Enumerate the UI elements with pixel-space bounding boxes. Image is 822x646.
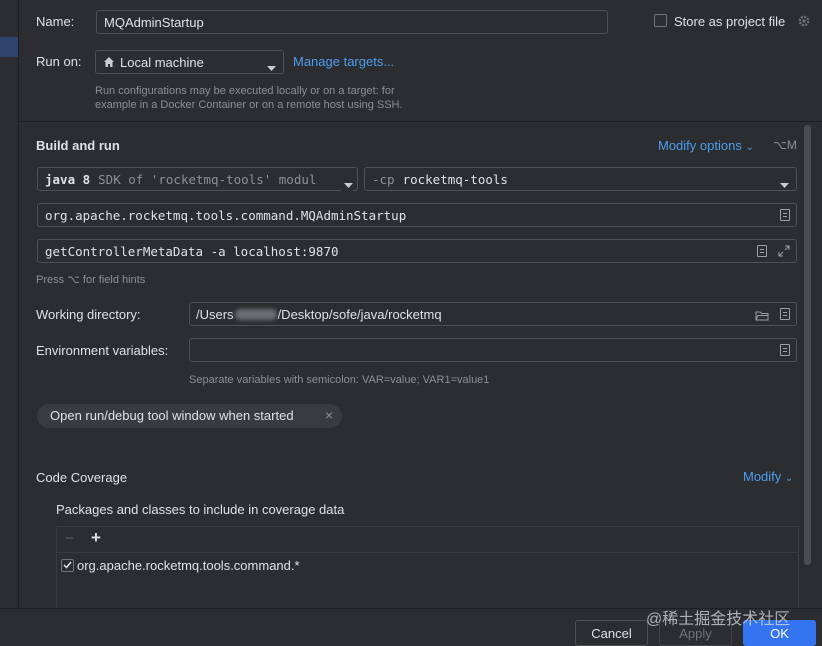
home-icon <box>103 56 115 68</box>
program-arguments-field[interactable]: getControllerMetaData -a localhost:9870 <box>37 239 797 263</box>
coverage-toolbar: − + <box>57 527 798 553</box>
folder-icon[interactable] <box>755 309 769 321</box>
document-icon[interactable] <box>780 308 790 320</box>
list-item-checkbox[interactable] <box>61 558 74 572</box>
name-field-value: MQAdminStartup <box>104 14 204 30</box>
environment-variables-label: Environment variables: <box>36 343 169 358</box>
run-on-hint-line-1: Run configurations may be executed local… <box>95 85 395 97</box>
name-label: Name: <box>36 14 75 29</box>
list-item[interactable]: org.apache.rocketmq.tools.command.* <box>61 557 300 573</box>
cancel-button[interactable]: Cancel <box>575 620 648 646</box>
working-directory-label: Working directory: <box>36 307 141 322</box>
document-icon[interactable] <box>780 209 790 221</box>
config-tree-selected-item[interactable] <box>0 37 18 57</box>
document-icon[interactable] <box>780 344 790 356</box>
classpath-prefix: -cp <box>372 171 395 187</box>
watermark: @稀土掘金技术社区 <box>646 611 791 628</box>
environment-variables-field[interactable] <box>189 338 797 362</box>
packages-title: Packages and classes to include in cover… <box>56 502 345 517</box>
working-directory-prefix: /Users <box>196 306 234 322</box>
chevron-down-icon <box>780 177 789 192</box>
manage-targets-link[interactable]: Manage targets... <box>293 54 394 69</box>
field-hints-text: Press ⌥ for field hints <box>36 274 146 286</box>
open-tool-window-chip[interactable]: Open run/debug tool window when started … <box>37 404 342 428</box>
vertical-scrollbar[interactable] <box>804 125 811 565</box>
modify-options-link[interactable]: Modify options ⌄ <box>658 138 754 153</box>
expand-icon[interactable] <box>778 245 790 257</box>
code-coverage-title: Code Coverage <box>36 470 128 485</box>
chevron-down-icon: ⌄ <box>745 142 754 153</box>
redacted-username <box>234 308 277 320</box>
jdk-description: SDK of 'rocketmq-tools' modul <box>98 171 317 187</box>
section-divider <box>19 121 822 122</box>
gear-icon[interactable] <box>797 14 811 28</box>
program-arguments-value: getControllerMetaData -a localhost:9870 <box>45 243 339 259</box>
chevron-down-icon <box>267 60 276 75</box>
close-icon[interactable]: × <box>325 407 333 423</box>
remove-icon[interactable]: − <box>65 530 74 547</box>
classpath-module-dropdown[interactable]: -cp rocketmq-tools <box>364 167 797 191</box>
run-on-dropdown[interactable]: Local machine <box>95 50 284 74</box>
coverage-packages-list[interactable]: − + org.apache.rocketmq.tools.command.* <box>56 526 799 608</box>
name-field[interactable]: MQAdminStartup <box>96 10 608 34</box>
run-on-label: Run on: <box>36 54 82 69</box>
modify-options-shortcut: ⌥M <box>773 138 797 152</box>
chevron-down-icon: ⌄ <box>784 473 794 484</box>
working-directory-field[interactable]: /Users /Desktop/sofe/java/rocketmq <box>189 302 797 326</box>
store-as-project-checkbox[interactable] <box>654 14 667 27</box>
config-tree-sidebar[interactable] <box>0 0 19 608</box>
document-icon[interactable] <box>757 245 767 257</box>
add-icon[interactable]: + <box>91 528 101 548</box>
list-item-label: org.apache.rocketmq.tools.command.* <box>77 557 300 573</box>
run-on-hint-line-2: example in a Docker Container or on a re… <box>95 99 403 111</box>
environment-variables-hint: Separate variables with semicolon: VAR=v… <box>189 374 490 386</box>
coverage-modify-link[interactable]: Modify ⌄ <box>743 469 793 484</box>
main-class-field[interactable]: org.apache.rocketmq.tools.command.MQAdmi… <box>37 203 797 227</box>
jdk-version: java 8 <box>45 171 91 187</box>
jdk-dropdown[interactable]: java 8 SDK of 'rocketmq-tools' modul <box>37 167 358 192</box>
modify-options-label: Modify options <box>658 138 742 153</box>
classpath-module: rocketmq-tools <box>402 171 508 187</box>
store-as-project-label: Store as project file <box>674 14 786 29</box>
chevron-down-icon <box>341 177 353 192</box>
run-on-value: Local machine <box>120 55 204 70</box>
coverage-modify-label: Modify <box>743 469 782 484</box>
working-directory-suffix: /Desktop/sofe/java/rocketmq <box>277 306 442 322</box>
main-class-value: org.apache.rocketmq.tools.command.MQAdmi… <box>45 207 407 223</box>
build-and-run-title: Build and run <box>36 138 120 153</box>
open-tool-window-label: Open run/debug tool window when started <box>50 408 294 423</box>
